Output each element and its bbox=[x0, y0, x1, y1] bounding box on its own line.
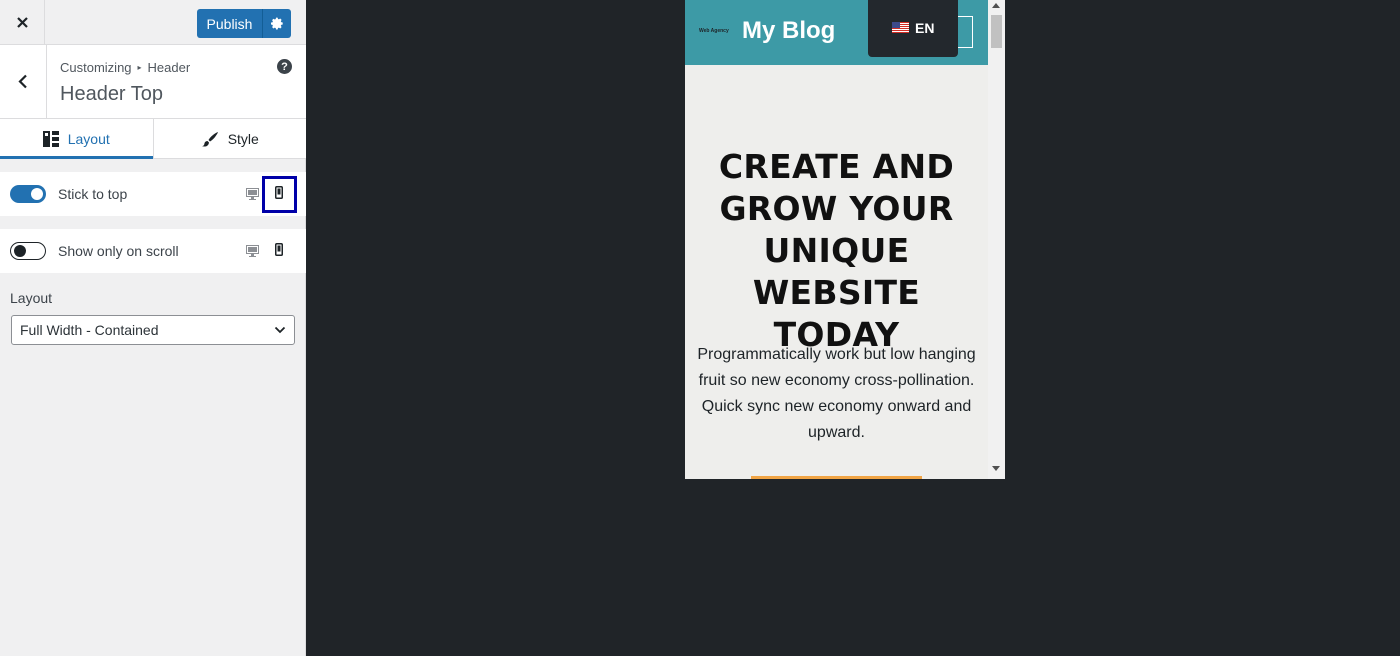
show-on-scroll-row: Show only on scroll bbox=[0, 229, 306, 273]
chevron-left-icon bbox=[18, 74, 27, 89]
close-icon bbox=[16, 17, 28, 28]
language-code: EN bbox=[915, 20, 935, 36]
preview-scrollbar[interactable] bbox=[988, 0, 1005, 479]
tab-style-label: Style bbox=[227, 130, 259, 147]
us-flag-icon bbox=[892, 22, 909, 33]
customizer-topbar: Publish bbox=[0, 0, 306, 45]
stick-to-top-label: Stick to top bbox=[58, 186, 128, 202]
breadcrumb: Customizing ▸ Header bbox=[60, 60, 190, 75]
scroll-up-arrow[interactable] bbox=[992, 3, 1000, 8]
section-title: Header Top bbox=[60, 83, 164, 105]
language-switcher[interactable]: EN bbox=[868, 0, 958, 57]
scroll-thumb[interactable] bbox=[991, 15, 1002, 48]
breadcrumb-root: Customizing bbox=[60, 60, 132, 75]
hero-cta-button[interactable] bbox=[751, 476, 922, 479]
section-header: Customizing ▸ Header Header Top ? bbox=[0, 45, 306, 119]
toggle-knob bbox=[14, 245, 26, 257]
layout-select-value: Full Width - Contained bbox=[20, 322, 159, 338]
publish-settings-button[interactable] bbox=[262, 9, 291, 38]
tab-layout[interactable]: Layout bbox=[0, 119, 153, 159]
site-logo[interactable]: Web Agency bbox=[699, 28, 729, 34]
paintbrush-icon bbox=[201, 131, 219, 147]
stick-to-top-toggle[interactable] bbox=[10, 185, 46, 203]
tab-style[interactable]: Style bbox=[152, 119, 307, 158]
chevron-down-icon bbox=[274, 326, 286, 334]
customizer-sidebar: Publish Customizing ▸ Header Header Top ? … bbox=[0, 0, 306, 656]
hero-title: CREATE AND GROW YOUR UNIQUE WEBSITE TODA… bbox=[718, 147, 955, 354]
breadcrumb-parent: Header bbox=[147, 60, 191, 75]
layout-grid-icon bbox=[42, 130, 59, 147]
layout-select[interactable]: Full Width - Contained bbox=[11, 315, 295, 345]
publish-group: Publish bbox=[197, 9, 291, 38]
show-on-scroll-label: Show only on scroll bbox=[58, 243, 179, 259]
scroll-down-arrow[interactable] bbox=[992, 466, 1000, 471]
back-button[interactable] bbox=[0, 45, 47, 118]
help-icon[interactable]: ? bbox=[277, 59, 292, 74]
site-title[interactable]: My Blog bbox=[742, 17, 835, 45]
breadcrumb-separator: ▸ bbox=[137, 63, 142, 72]
close-button[interactable] bbox=[0, 0, 45, 45]
hero-text: Programmatically work but low hanging fr… bbox=[697, 346, 976, 441]
tab-layout-label: Layout bbox=[67, 130, 110, 147]
toggle-knob bbox=[31, 188, 43, 200]
show-on-scroll-toggle[interactable] bbox=[10, 242, 46, 260]
publish-button[interactable]: Publish bbox=[197, 9, 262, 38]
stick-to-top-row: Stick to top bbox=[0, 172, 306, 216]
gear-icon bbox=[270, 17, 283, 30]
mobile-device-highlight bbox=[262, 176, 297, 213]
desktop-icon[interactable] bbox=[246, 244, 259, 262]
layout-label: Layout bbox=[10, 290, 53, 306]
desktop-icon[interactable] bbox=[246, 187, 259, 205]
tab-bar: Layout Style bbox=[0, 119, 306, 159]
site-preview: Web Agency My Blog EN CREATE AND GROW YO… bbox=[685, 0, 1005, 479]
mobile-icon[interactable] bbox=[275, 243, 283, 261]
